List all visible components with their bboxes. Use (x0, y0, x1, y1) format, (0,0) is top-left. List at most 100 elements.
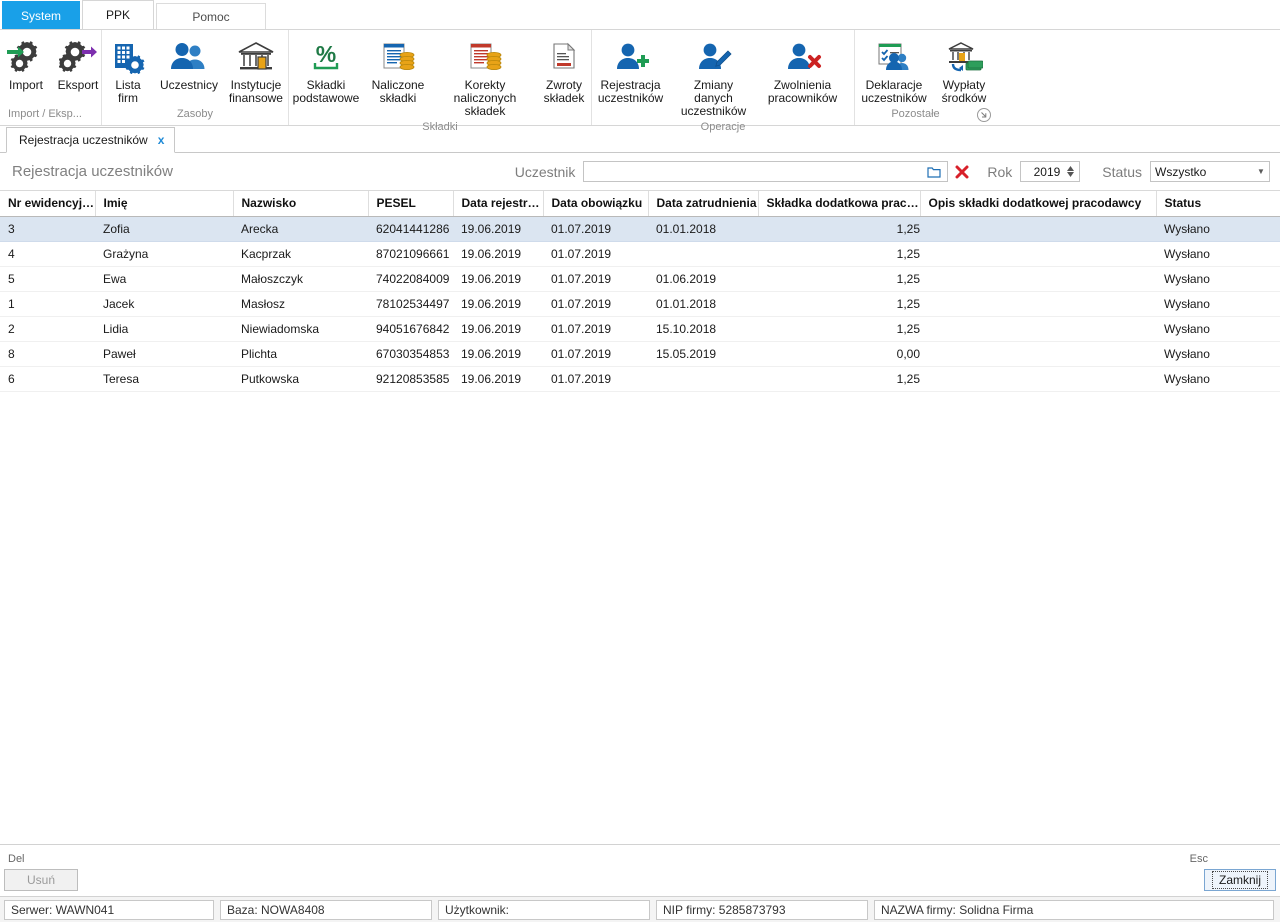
cell-skladka-dodatkowa: 1,25 (758, 266, 920, 292)
table-row[interactable]: 6 Teresa Putkowska 92120853585 19.06.2019 01.… (0, 366, 1280, 392)
people-icon (169, 36, 209, 78)
column-header-pesel[interactable]: PESEL (368, 191, 454, 217)
ribbon-button-zwroty-label1: Zwroty (546, 78, 582, 92)
cell-data-obowiazku: 01.07.2019 (543, 291, 648, 317)
ribbon-button-naliczone-skladki[interactable]: Naliczone składki (363, 34, 433, 105)
uczestnik-field[interactable] (583, 161, 949, 182)
ribbon-button-wyplaty-label2: środków (941, 91, 987, 105)
ribbon-button-rejestracja-label2: uczestników (597, 91, 664, 105)
ribbon-tab-system[interactable]: System (2, 1, 81, 29)
status-nip: NIP firmy: 5285873793 (656, 899, 868, 920)
cell-opis-skladki (920, 241, 1156, 267)
cell-nr-ewidencyjny: 6 (0, 366, 95, 392)
column-header-nr-ewidencyjny[interactable]: Nr ewidencyjny (0, 191, 96, 217)
dialog-launcher-icon[interactable] (976, 107, 992, 123)
cell-pesel: 94051676842 (368, 316, 453, 342)
table-row[interactable]: 2 Lidia Niewiadomska 94051676842 19.06.2019 0… (0, 316, 1280, 342)
ribbon-button-instytucje-finansowe[interactable]: Instytucje finansowe (224, 34, 288, 105)
status-select[interactable]: Wszystko ▼ (1150, 161, 1270, 182)
ribbon-button-korekty-naliczonych-skladek[interactable]: Korekty naliczonych składek (433, 34, 537, 118)
ribbon-button-wyplaty-srodkow[interactable]: Wypłaty środków (933, 34, 995, 105)
status-server: Serwer: WAWN041 (4, 899, 214, 920)
column-header-data-obowiazku[interactable]: Data obowiązku (543, 191, 649, 217)
cell-nazwisko: Arecka (233, 216, 368, 242)
close-icon[interactable]: x (158, 133, 165, 147)
column-header-status[interactable]: Status (1156, 191, 1280, 217)
ribbon-button-zmiany-danych-uczestnikow[interactable]: Zmiany danych uczestników (669, 34, 758, 118)
close-button-label: Zamknij (1211, 871, 1268, 889)
clear-x-icon[interactable] (953, 163, 971, 181)
rok-value[interactable]: 2019 (1021, 165, 1064, 179)
ribbon-button-eksport[interactable]: Eksport (52, 34, 104, 92)
rok-spinner[interactable]: 2019 (1020, 161, 1081, 182)
column-header-imie[interactable]: Imię (95, 191, 234, 217)
cell-imie: Jacek (95, 291, 233, 317)
ribbon-button-lista-firm[interactable]: Lista firm (102, 34, 154, 105)
cell-status: Wysłano (1156, 366, 1280, 392)
export-gears-icon (59, 36, 97, 78)
ribbon-button-import[interactable]: Import (0, 34, 52, 92)
ribbon-tab-ppk[interactable]: PPK (82, 0, 155, 29)
table-body: 3 Zofia Arecka 62041441286 19.06.2019 01.07.2… (0, 216, 1280, 392)
ribbon-button-deklaracje-label2: uczestników (861, 91, 927, 105)
uczestnik-input[interactable] (588, 162, 926, 181)
table-row[interactable]: 5 Ewa Małoszczyk 74022084009 19.06.2019 01.07… (0, 266, 1280, 292)
cell-data-rejestracji: 19.06.2019 (453, 316, 543, 342)
ribbon-button-uczestnicy-label: Uczestnicy (159, 78, 218, 92)
filter-bar: Rejestracja uczestników Uczestnik Rok 20… (0, 153, 1280, 191)
ribbon-button-rejestracja-uczestnikow[interactable]: Rejestracja uczestników (592, 34, 669, 105)
cell-pesel: 92120853585 (368, 366, 453, 392)
ribbon-button-naliczone-skladki-label2: składki (379, 91, 417, 105)
delete-button[interactable]: Usuń (4, 869, 78, 891)
document-tab-rejestracja-uczestnikow[interactable]: Rejestracja uczestników x (6, 127, 176, 153)
cell-data-rejestracji: 19.06.2019 (453, 291, 543, 317)
ribbon-button-zwroty-skladek[interactable]: Zwroty składek (537, 34, 591, 105)
ribbon-button-deklaracje-uczestnikow[interactable]: Deklaracje uczestników (855, 34, 933, 105)
ribbon-button-import-label: Import (8, 78, 43, 92)
import-gears-icon (7, 36, 45, 78)
close-button[interactable]: Zamknij (1204, 869, 1276, 891)
document-coins-blue-icon (379, 36, 417, 78)
ribbon-tab-ppk-label: PPK (106, 8, 131, 22)
cell-data-rejestracji: 19.06.2019 (453, 266, 543, 292)
ribbon-button-zmiany-label2: uczestników (680, 104, 747, 118)
column-header-opis-skladki[interactable]: Opis składki dodatkowej pracodawcy (920, 191, 1157, 217)
cell-status: Wysłano (1156, 316, 1280, 342)
percent-icon: % (308, 36, 344, 78)
cell-imie: Lidia (95, 316, 233, 342)
ribbon-button-uczestnicy[interactable]: Uczestnicy (154, 34, 224, 92)
cell-imie: Zofia (95, 216, 233, 242)
cell-opis-skladki (920, 266, 1156, 292)
cell-data-zatrudnienia: 01.06.2019 (648, 266, 758, 292)
cell-pesel: 67030354853 (368, 341, 453, 367)
ribbon-tab-pomoc-label: Pomoc (192, 10, 230, 24)
cell-nazwisko: Plichta (233, 341, 368, 367)
column-header-nazwisko[interactable]: Nazwisko (233, 191, 369, 217)
folder-icon[interactable] (925, 163, 943, 181)
cell-status: Wysłano (1156, 266, 1280, 292)
status-database: Baza: NOWA8408 (220, 899, 432, 920)
table-row[interactable]: 8 Paweł Plichta 67030354853 19.06.2019 01.07.… (0, 341, 1280, 367)
ribbon-tab-strip: System PPK Pomoc (0, 0, 1280, 30)
person-add-icon (612, 36, 650, 78)
ribbon-group-import-eksport: Import Eksport Import / Eksp... (0, 30, 101, 125)
cell-data-obowiazku: 01.07.2019 (543, 241, 648, 267)
chevron-down-icon[interactable]: ▼ (1253, 167, 1269, 176)
rok-label: Rok (987, 163, 1013, 180)
ribbon-button-rejestracja-label1: Rejestracja (600, 78, 661, 92)
table-row[interactable]: 4 Grażyna Kacprzak 87021096661 19.06.2019 01.… (0, 241, 1280, 267)
ribbon-button-skladki-podstawowe[interactable]: % Składki podstawowe (289, 34, 363, 105)
ribbon-tab-pomoc[interactable]: Pomoc (156, 3, 267, 29)
ribbon-button-korekty-label1: Korekty naliczonych (453, 78, 517, 105)
document-coins-red-icon (466, 36, 504, 78)
ribbon-button-wyplaty-label1: Wypłaty (942, 78, 986, 92)
table-row[interactable]: 3 Zofia Arecka 62041441286 19.06.2019 01.07.2… (0, 216, 1280, 242)
cell-nazwisko: Niewiadomska (233, 316, 368, 342)
column-header-data-rejestracji[interactable]: Data rejestracji (453, 191, 544, 217)
column-header-skladka-dodatkowa[interactable]: Składka dodatkowa pracod... (758, 191, 921, 217)
table-row[interactable]: 1 Jacek Masłosz 78102534497 19.06.2019 01.07.… (0, 291, 1280, 317)
ribbon-button-zwolnienia-pracownikow[interactable]: Zwolnienia pracowników (758, 34, 847, 105)
column-header-data-zatrudnienia[interactable]: Data zatrudnienia (648, 191, 759, 217)
rok-spinner-arrows[interactable] (1064, 166, 1079, 177)
status-label: Status (1102, 163, 1142, 180)
